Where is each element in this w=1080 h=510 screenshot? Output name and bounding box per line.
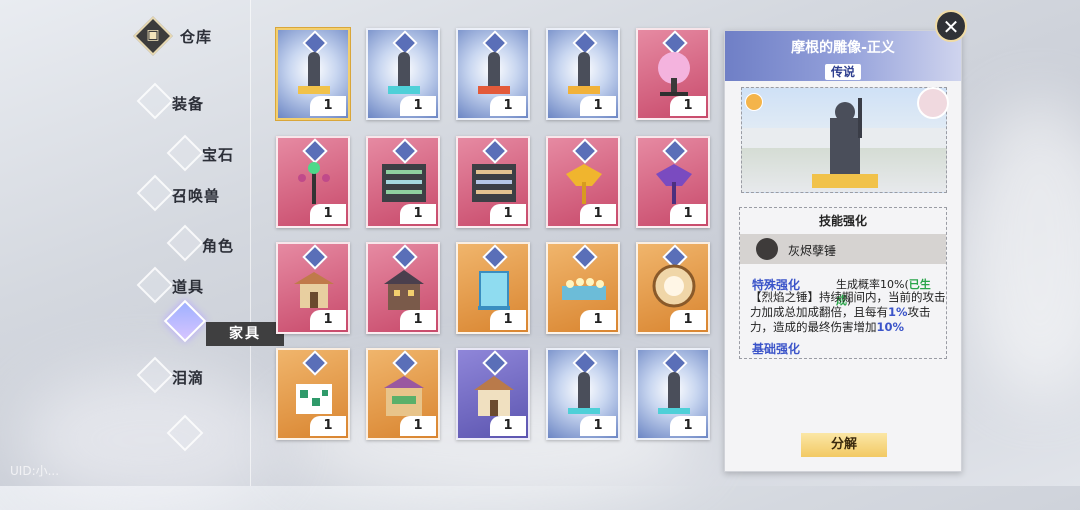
nav-divider xyxy=(250,0,251,486)
weapon-rack-icon xyxy=(382,164,426,202)
nav-diamond-decor xyxy=(166,414,204,452)
nav-item-furniture-active[interactable]: 家具 xyxy=(206,322,284,346)
item-weapon-rack-2[interactable]: 1 xyxy=(456,136,530,228)
statue-icon xyxy=(478,52,510,94)
pavilion-icon xyxy=(294,272,334,308)
statue-icon xyxy=(658,372,690,414)
item-lamp-post[interactable]: 1 xyxy=(276,136,350,228)
statue-icon xyxy=(568,372,600,414)
item-count: 1 xyxy=(580,310,616,330)
item-weapon-rack-1[interactable]: 1 xyxy=(366,136,440,228)
item-count: 1 xyxy=(580,204,616,224)
storage-icon: ▣ xyxy=(133,16,173,56)
nav-diamond-tears xyxy=(136,356,174,394)
planter-icon xyxy=(562,278,606,300)
nav-item-summon[interactable]: 召唤兽 xyxy=(172,185,220,206)
item-statue-2[interactable]: 1 xyxy=(366,28,440,120)
close-icon[interactable]: ✕ xyxy=(935,10,967,42)
cottage-icon xyxy=(474,376,514,416)
inventory-grid: 1 1 1 1 1 1 1 1 1 1 1 1 1 1 1 1 1 1 1 1 xyxy=(274,28,714,448)
item-count: 1 xyxy=(400,96,436,116)
statue-icon xyxy=(298,52,330,94)
item-count: 1 xyxy=(670,204,706,224)
rarity-label: 传说 xyxy=(725,63,961,80)
uid-label: UID:小... xyxy=(10,464,60,478)
base-enhance-title: 基础强化 xyxy=(752,342,801,356)
flame-icon xyxy=(745,93,763,111)
item-count: 1 xyxy=(310,204,346,224)
lamp-icon xyxy=(298,162,330,204)
item-count: 1 xyxy=(400,416,436,436)
item-count: 1 xyxy=(310,310,346,330)
house-icon xyxy=(384,270,424,310)
item-statue-4[interactable]: 1 xyxy=(546,28,620,120)
dragon-vane-icon xyxy=(656,164,692,204)
skill-name: 灰烬孽锤 xyxy=(788,244,837,258)
special-description: 【烈焰之锤】持续期间内，当前的攻击力加成总加成翻倍，且每有1%攻击力，造成的最终… xyxy=(750,290,946,334)
statue-icon xyxy=(568,52,600,94)
rarity-text: 传说 xyxy=(824,64,861,80)
item-count: 1 xyxy=(580,416,616,436)
item-count: 1 xyxy=(400,204,436,224)
item-mosaic-fountain[interactable]: 1 xyxy=(276,348,350,440)
item-cottage[interactable]: 1 xyxy=(456,348,530,440)
fountain-icon xyxy=(296,384,332,414)
item-count: 1 xyxy=(490,310,526,330)
item-count: 1 xyxy=(670,416,706,436)
item-count: 1 xyxy=(490,204,526,224)
medallion-icon xyxy=(652,264,696,308)
nav-diamond-summon xyxy=(136,174,174,212)
item-count: 1 xyxy=(310,416,346,436)
item-detail-panel: 摩根的雕像-正义 传说 技能强化 灰烬孽锤 特殊强化 生成概率10%(已生成) … xyxy=(724,30,962,472)
storage-label: 仓库 xyxy=(180,28,213,46)
nav-diamond-character xyxy=(166,224,204,262)
item-statue-5[interactable]: 1 xyxy=(546,348,620,440)
item-count: 1 xyxy=(670,96,706,116)
nav-item-equipment[interactable]: 装备 xyxy=(172,93,204,114)
nav-item-gem[interactable]: 宝石 xyxy=(202,144,234,165)
shop-icon xyxy=(384,376,424,416)
skill-section-title: 技能强化 xyxy=(818,214,867,228)
item-weathervane-gold[interactable]: 1 xyxy=(546,136,620,228)
item-title: 摩根的雕像-正义 xyxy=(791,40,895,56)
item-count: 1 xyxy=(310,96,346,116)
nav-item-character[interactable]: 角色 xyxy=(202,235,234,256)
hammer-skill-icon xyxy=(756,238,778,260)
item-shop-front[interactable]: 1 xyxy=(366,348,440,440)
item-count: 1 xyxy=(490,416,526,436)
item-statue-6[interactable]: 1 xyxy=(636,348,710,440)
item-flower-planter[interactable]: 1 xyxy=(546,242,620,334)
dragon-vane-icon xyxy=(566,164,602,204)
item-count: 1 xyxy=(670,310,706,330)
statue-icon xyxy=(388,52,420,94)
item-statue-justice[interactable]: 1 xyxy=(276,28,350,120)
nav-active-diamond[interactable] xyxy=(163,299,207,343)
item-statue-3[interactable]: 1 xyxy=(456,28,530,120)
item-weathervane-purple[interactable]: 1 xyxy=(636,136,710,228)
nav-diamond-props xyxy=(136,266,174,304)
item-dark-house[interactable]: 1 xyxy=(366,242,440,334)
character-avatar[interactable] xyxy=(917,87,949,119)
tree-icon xyxy=(658,52,690,96)
decompose-button[interactable]: 分解 xyxy=(801,433,887,457)
weapon-rack-icon xyxy=(472,164,516,202)
item-count: 1 xyxy=(580,96,616,116)
item-count: 1 xyxy=(400,310,436,330)
item-glass-case[interactable]: 1 xyxy=(456,242,530,334)
skill-box: 技能强化 灰烬孽锤 特殊强化 生成概率10%(已生成) 【烈焰之锤】持续期间内，… xyxy=(739,207,947,359)
nav-item-tears[interactable]: 泪滴 xyxy=(172,367,204,388)
nav-item-props[interactable]: 道具 xyxy=(172,276,204,297)
skill-bar: 灰烬孽锤 xyxy=(740,234,946,264)
glass-case-icon xyxy=(478,271,510,310)
item-count: 1 xyxy=(490,96,526,116)
nav-diamond-equipment xyxy=(136,82,174,120)
item-pavilion[interactable]: 1 xyxy=(276,242,350,334)
item-medallion-mirror[interactable]: 1 xyxy=(636,242,710,334)
category-nav: ▣ 仓库 装备 宝石 召唤兽 角色 道具 家具 泪滴 UID:小... xyxy=(0,0,284,486)
nav-diamond-gem xyxy=(166,134,204,172)
item-cherry-tree[interactable]: 1 xyxy=(636,28,710,120)
